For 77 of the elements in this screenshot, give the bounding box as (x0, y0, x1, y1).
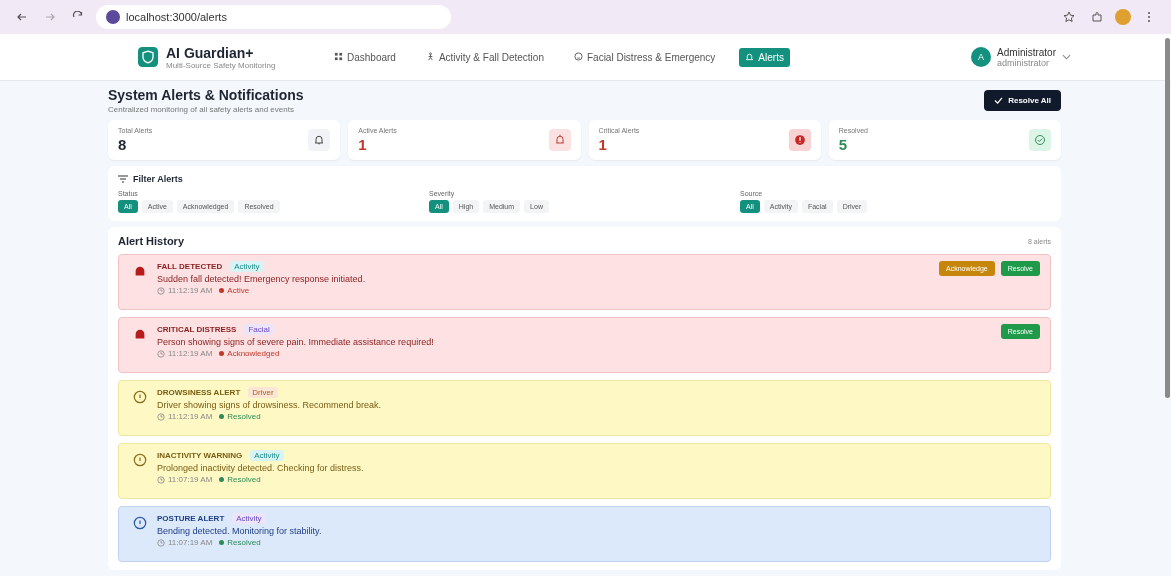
source-tag: Activity (232, 513, 266, 524)
info-circle-icon (133, 453, 147, 467)
source-tag: Driver (248, 387, 278, 398)
url-text: localhost:3000/alerts (126, 11, 227, 23)
stat-value: 1 (598, 136, 608, 153)
stat-value: 1 (358, 136, 368, 153)
scrollbar[interactable] (1165, 38, 1170, 398)
user-name: Administrator (997, 46, 1056, 58)
app-subtitle: Multi-Source Safety Monitoring (166, 60, 276, 70)
filter-title: Filter Alerts (133, 174, 183, 184)
puzzle-icon[interactable] (1091, 11, 1103, 23)
clock-icon (157, 349, 165, 358)
alert-message: Driver showing signs of drowsiness. Recommend break. (157, 400, 383, 410)
alert-message: Person showing signs of severe pain. Immediate assistance required! (157, 337, 435, 347)
alert-title: INACTIVITY WARNING (157, 451, 243, 460)
back-icon[interactable] (16, 11, 28, 23)
grid-icon (334, 51, 343, 61)
site-icon (106, 10, 120, 24)
bell-icon (308, 129, 331, 151)
alert-message: Bending detected. Monitoring for stability. (157, 526, 323, 536)
source-tag: Activity (250, 450, 284, 461)
status-dot-icon (219, 288, 225, 293)
clock-icon (157, 412, 165, 421)
alert-time: 11:12:19 AM (168, 349, 213, 358)
forward-icon[interactable] (44, 11, 56, 23)
alert-title: FALL DETECTED (157, 262, 223, 271)
status-dot-icon (219, 414, 225, 419)
alert-status: Resolved (227, 475, 261, 484)
alert-title: POSTURE ALERT (157, 514, 225, 523)
face-icon (573, 51, 583, 61)
app-title: AI Guardian+ (166, 44, 255, 61)
siren-icon (133, 327, 147, 341)
siren-icon (133, 264, 147, 278)
alert-status: Active (227, 286, 250, 295)
info-circle-icon (133, 516, 147, 530)
person-icon (425, 51, 435, 61)
address-bar[interactable]: localhost:3000/alerts (96, 5, 451, 29)
star-icon[interactable] (1063, 11, 1075, 23)
section-title: Alert History (118, 235, 185, 247)
alert-message: Sudden fall detected! Emergency response initiated. (157, 274, 367, 284)
alert-time: 11:12:19 AM (168, 412, 213, 421)
chevron-down-icon[interactable] (1062, 54, 1071, 60)
nav-link[interactable]: Facial Distress & Emergency (567, 47, 722, 67)
alert-title: DROWSINESS ALERT (157, 388, 241, 397)
nav-link[interactable]: Activity & Fall Detection (419, 47, 550, 67)
profile-avatar-icon[interactable] (1115, 9, 1131, 25)
status-dot-icon (219, 477, 225, 482)
info-circle-icon (133, 390, 147, 404)
source-tag: Activity (230, 261, 264, 272)
alarm-icon (548, 129, 571, 151)
clock-icon (157, 286, 165, 295)
page-subtitle: Centralized monitoring of all safety alerts and events (108, 105, 295, 114)
nav-link[interactable]: Alerts (739, 47, 790, 67)
resolve-all-button[interactable]: Resolve All (984, 90, 1061, 111)
bell-icon (745, 51, 755, 61)
stat-value: 5 (838, 136, 849, 153)
source-tag: Facial (244, 324, 274, 335)
clock-icon (157, 475, 165, 484)
alert-status: Resolved (227, 412, 261, 421)
clock-icon (157, 538, 165, 547)
status-dot-icon (219, 540, 225, 545)
alert-status: Resolved (227, 538, 261, 547)
alert-title: CRITICAL DISTRESS (157, 325, 237, 334)
checkmark-icon (994, 97, 1004, 104)
user-role: administrator (997, 57, 1051, 68)
user-avatar[interactable]: A (971, 47, 992, 67)
alert-message: Prolonged inactivity detected. Checking for distress. (157, 463, 365, 473)
alert-time: 11:07:19 AM (168, 475, 213, 484)
page-title: System Alerts & Notifications (108, 87, 304, 103)
status-dot-icon (219, 351, 225, 356)
stat-value: 8 (118, 136, 128, 153)
nav-link[interactable]: Dashboard (328, 47, 402, 67)
alert-time: 11:12:19 AM (168, 286, 213, 295)
alert-status: Acknowledged (227, 349, 280, 358)
filter-icon (118, 175, 128, 183)
shield-logo-icon (138, 47, 158, 67)
alert-time: 11:07:19 AM (168, 538, 213, 547)
